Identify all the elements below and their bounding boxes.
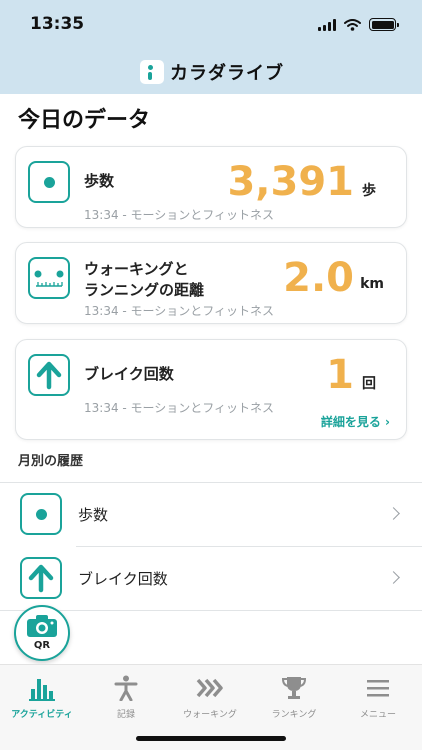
signal-icon	[318, 18, 336, 31]
card-label-line1: ウォーキングと	[84, 260, 189, 278]
card-label: ウォーキングと ランニングの距離	[84, 259, 204, 301]
trophy-icon	[281, 677, 307, 699]
tab-ranking[interactable]: ランキング	[252, 671, 336, 721]
history-item-label: 歩数	[78, 506, 109, 524]
arrow-up-icon	[20, 557, 62, 599]
chevron-right-icon	[387, 507, 400, 520]
breaks-value: 1	[326, 352, 354, 398]
tab-menu[interactable]: メニュー	[336, 671, 420, 721]
app-logo-icon	[140, 60, 164, 84]
qr-button[interactable]: QR	[14, 605, 70, 661]
distance-value: 2.0	[283, 255, 354, 301]
ruler-icon	[28, 257, 70, 299]
person-icon	[114, 675, 138, 701]
tab-label: メニュー	[359, 710, 396, 720]
menu-icon	[367, 680, 389, 697]
qr-label: QR	[33, 640, 51, 651]
dot-icon	[20, 493, 62, 535]
steps-card[interactable]: 歩数 3,391 歩 13:34 - モーションとフィットネス	[15, 146, 407, 228]
breaks-unit: 回	[362, 376, 376, 392]
tab-walking[interactable]: ウォーキング	[168, 671, 252, 721]
dot-icon	[28, 161, 70, 203]
tab-record[interactable]: 記録	[84, 671, 168, 721]
status-icons	[318, 18, 399, 31]
status-bar: 13:35	[0, 0, 422, 50]
battery-icon	[369, 18, 399, 31]
view-details-link[interactable]: 詳細を見る ›	[321, 413, 390, 430]
breaks-card[interactable]: ブレイク回数 1 回 13:34 - モーションとフィットネス 詳細を見る ›	[15, 339, 407, 440]
home-indicator	[136, 736, 286, 741]
steps-unit: 歩	[362, 183, 376, 199]
card-label: 歩数	[84, 172, 115, 190]
card-source: 13:34 - モーションとフィットネス	[84, 208, 275, 222]
history-item-label: ブレイク回数	[78, 570, 168, 588]
card-label: ブレイク回数	[84, 365, 174, 383]
distance-card[interactable]: ウォーキングと ランニングの距離 2.0 km 13:34 - モーションとフィ…	[15, 242, 407, 324]
card-source: 13:34 - モーションとフィットネス	[84, 304, 275, 318]
wifi-icon	[344, 18, 361, 31]
arrow-up-icon	[28, 354, 70, 396]
tab-activity[interactable]: アクティビティ	[0, 671, 84, 721]
camera-icon	[27, 615, 57, 637]
page-title: 今日のデータ	[18, 108, 151, 133]
history-item-breaks[interactable]: ブレイク回数	[0, 547, 422, 611]
app-name: カラダライブ	[170, 63, 284, 84]
brand: カラダライブ	[140, 59, 284, 85]
tab-label: ウォーキング	[183, 710, 237, 720]
chevrons-icon	[196, 678, 223, 698]
distance-unit: km	[360, 276, 384, 292]
status-time: 13:35	[30, 14, 85, 34]
card-source: 13:34 - モーションとフィットネス	[84, 401, 275, 415]
chevron-right-icon	[387, 571, 400, 584]
history-list: 歩数 ブレイク回数	[0, 482, 422, 611]
tab-label: ランキング	[271, 710, 317, 720]
tab-label: アクティビティ	[11, 710, 73, 720]
app-header: 13:35 カラダライブ	[0, 0, 422, 94]
history-section-title: 月別の履歴	[18, 454, 84, 469]
bar-chart-icon	[29, 679, 55, 701]
steps-value: 3,391	[227, 159, 354, 205]
history-item-steps[interactable]: 歩数	[0, 483, 422, 547]
tab-label: 記録	[116, 710, 135, 720]
card-label-line2: ランニングの距離	[84, 281, 205, 299]
